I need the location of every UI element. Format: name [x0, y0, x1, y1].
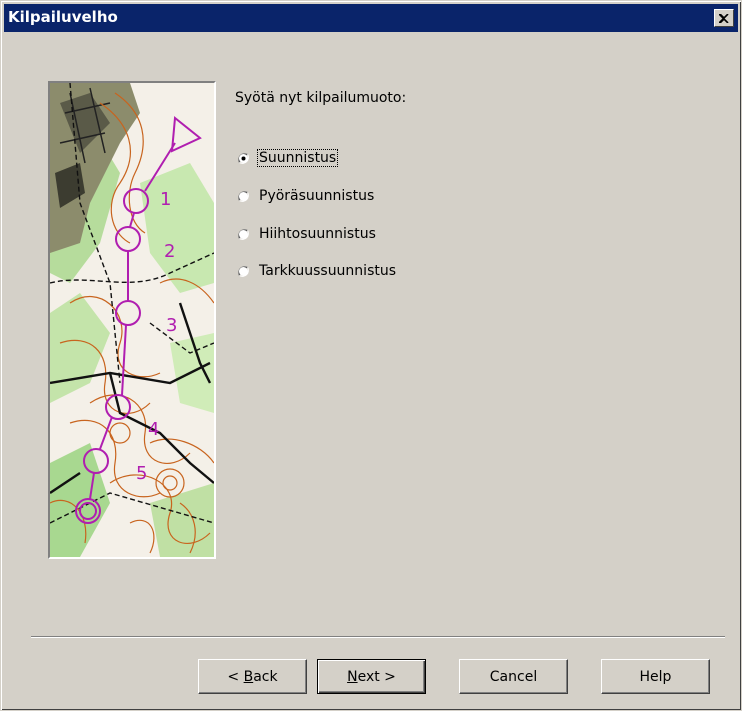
button-separator — [31, 636, 725, 638]
window-title: Kilpailuvelho — [8, 8, 118, 26]
radio-option-pyorasuunnistus[interactable]: Pyöräsuunnistus — [237, 185, 375, 207]
back-button-label: < Back — [227, 668, 278, 685]
radio-option-suunnistus[interactable]: Suunnistus — [237, 147, 339, 169]
cancel-button[interactable]: Cancel — [459, 659, 568, 694]
help-button[interactable]: Help — [601, 659, 710, 694]
control-number: 3 — [166, 315, 177, 336]
radio-option-hiihtosuunnistus[interactable]: Hiihtosuunnistus — [237, 223, 377, 245]
next-button-label: Next > — [347, 668, 396, 685]
radio-label: Hiihtosuunnistus — [259, 226, 376, 242]
radio-option-tarkkuussuunnistus[interactable]: Tarkkuussuunnistus — [237, 260, 397, 282]
title-bar: Kilpailuvelho — [4, 4, 738, 32]
control-number: 1 — [160, 189, 171, 210]
orienteering-map-image: 1 2 3 4 5 — [48, 81, 216, 559]
back-button[interactable]: < Back — [198, 659, 307, 694]
radio-button-selected-icon[interactable] — [237, 152, 250, 165]
competition-type-prompt: Syötä nyt kilpailumuoto: — [235, 90, 407, 106]
wizard-window: Kilpailuvelho 1 2 3 4 5 Syötä nyt kilpai… — [0, 0, 742, 711]
close-icon — [719, 13, 729, 23]
control-number: 4 — [148, 419, 159, 440]
control-number: 5 — [136, 463, 147, 484]
next-button[interactable]: Next > — [317, 659, 426, 694]
radio-label: Pyöräsuunnistus — [259, 188, 375, 204]
radio-button-icon[interactable] — [237, 228, 250, 241]
close-button[interactable] — [714, 9, 734, 27]
radio-button-icon[interactable] — [237, 265, 250, 278]
radio-button-icon[interactable] — [237, 190, 250, 203]
radio-label: Tarkkuussuunnistus — [259, 263, 397, 279]
radio-label: Suunnistus — [256, 149, 339, 167]
control-number: 2 — [164, 241, 175, 262]
